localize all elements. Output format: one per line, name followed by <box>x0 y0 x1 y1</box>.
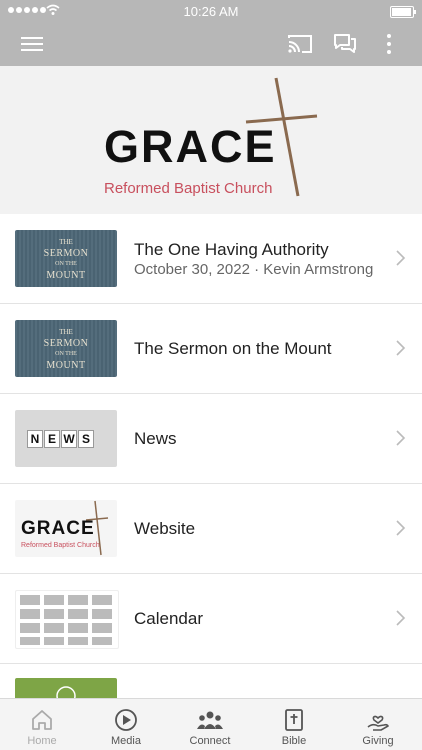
news-thumbnail: N E W S <box>15 410 117 467</box>
toolbar <box>0 22 422 66</box>
list-item-title: News <box>134 429 177 448</box>
list-item[interactable]: THE SERMON ON THE MOUNT The One Having A… <box>0 214 422 304</box>
list-item[interactable]: N E W S News <box>0 394 422 484</box>
play-icon <box>115 709 137 731</box>
chevron-right-icon <box>396 610 406 626</box>
tab-media[interactable]: Media <box>84 699 168 750</box>
tab-label: Home <box>27 735 57 747</box>
tab-label: Connect <box>189 735 231 747</box>
chevron-right-icon <box>396 520 406 536</box>
tab-home[interactable]: Home <box>0 699 84 750</box>
tab-connect[interactable]: Connect <box>168 699 252 750</box>
giving-hand-icon <box>367 715 389 731</box>
list-item-title: The Sermon on the Mount <box>134 339 332 358</box>
hamburger-icon[interactable] <box>18 30 46 58</box>
status-time: 10:26 AM <box>183 4 239 19</box>
bottom-tab-bar: Home Media Connect Bible Giving <box>0 698 422 750</box>
website-thumbnail: GRACE Reformed Baptist Church <box>15 500 117 557</box>
logo-wordmark: GRACE <box>104 121 277 172</box>
partial-thumbnail <box>15 678 117 706</box>
calendar-thumbnail <box>15 590 119 649</box>
tab-label: Media <box>111 735 141 747</box>
sermon-thumbnail: THE SERMON ON THE MOUNT <box>15 320 117 377</box>
home-icon <box>32 710 52 730</box>
content-list: THE SERMON ON THE MOUNT The One Having A… <box>0 214 422 664</box>
list-item-title: The One Having Authority <box>134 240 329 259</box>
logo-subtitle: Reformed Baptist Church <box>104 180 273 197</box>
church-logo-banner: GRACE Reformed Baptist Church <box>0 66 422 214</box>
battery-icon <box>390 6 416 18</box>
tab-label: Bible <box>281 735 307 747</box>
chevron-right-icon <box>396 340 406 356</box>
bible-icon <box>285 709 303 731</box>
chevron-right-icon <box>396 250 406 266</box>
tab-giving[interactable]: Giving <box>336 699 420 750</box>
chevron-right-icon <box>396 430 406 446</box>
list-item[interactable]: GRACE Reformed Baptist Church Website <box>0 484 422 574</box>
tab-bible[interactable]: Bible <box>252 699 336 750</box>
list-item[interactable]: THE SERMON ON THE MOUNT The Sermon on th… <box>0 304 422 394</box>
list-item-title: Calendar <box>134 609 203 628</box>
tab-label: Giving <box>362 735 394 747</box>
cast-icon[interactable] <box>286 30 314 58</box>
sermon-thumbnail: THE SERMON ON THE MOUNT <box>15 230 117 287</box>
status-bar: 10:26 AM <box>0 0 422 22</box>
list-item[interactable]: Calendar <box>0 574 422 664</box>
list-item-title: Website <box>134 519 196 538</box>
people-icon <box>197 711 223 729</box>
chat-icon[interactable] <box>331 30 359 58</box>
more-vertical-icon[interactable] <box>375 30 403 58</box>
list-item-subtitle: October 30, 2022 · Kevin Armstrong <box>134 261 374 278</box>
